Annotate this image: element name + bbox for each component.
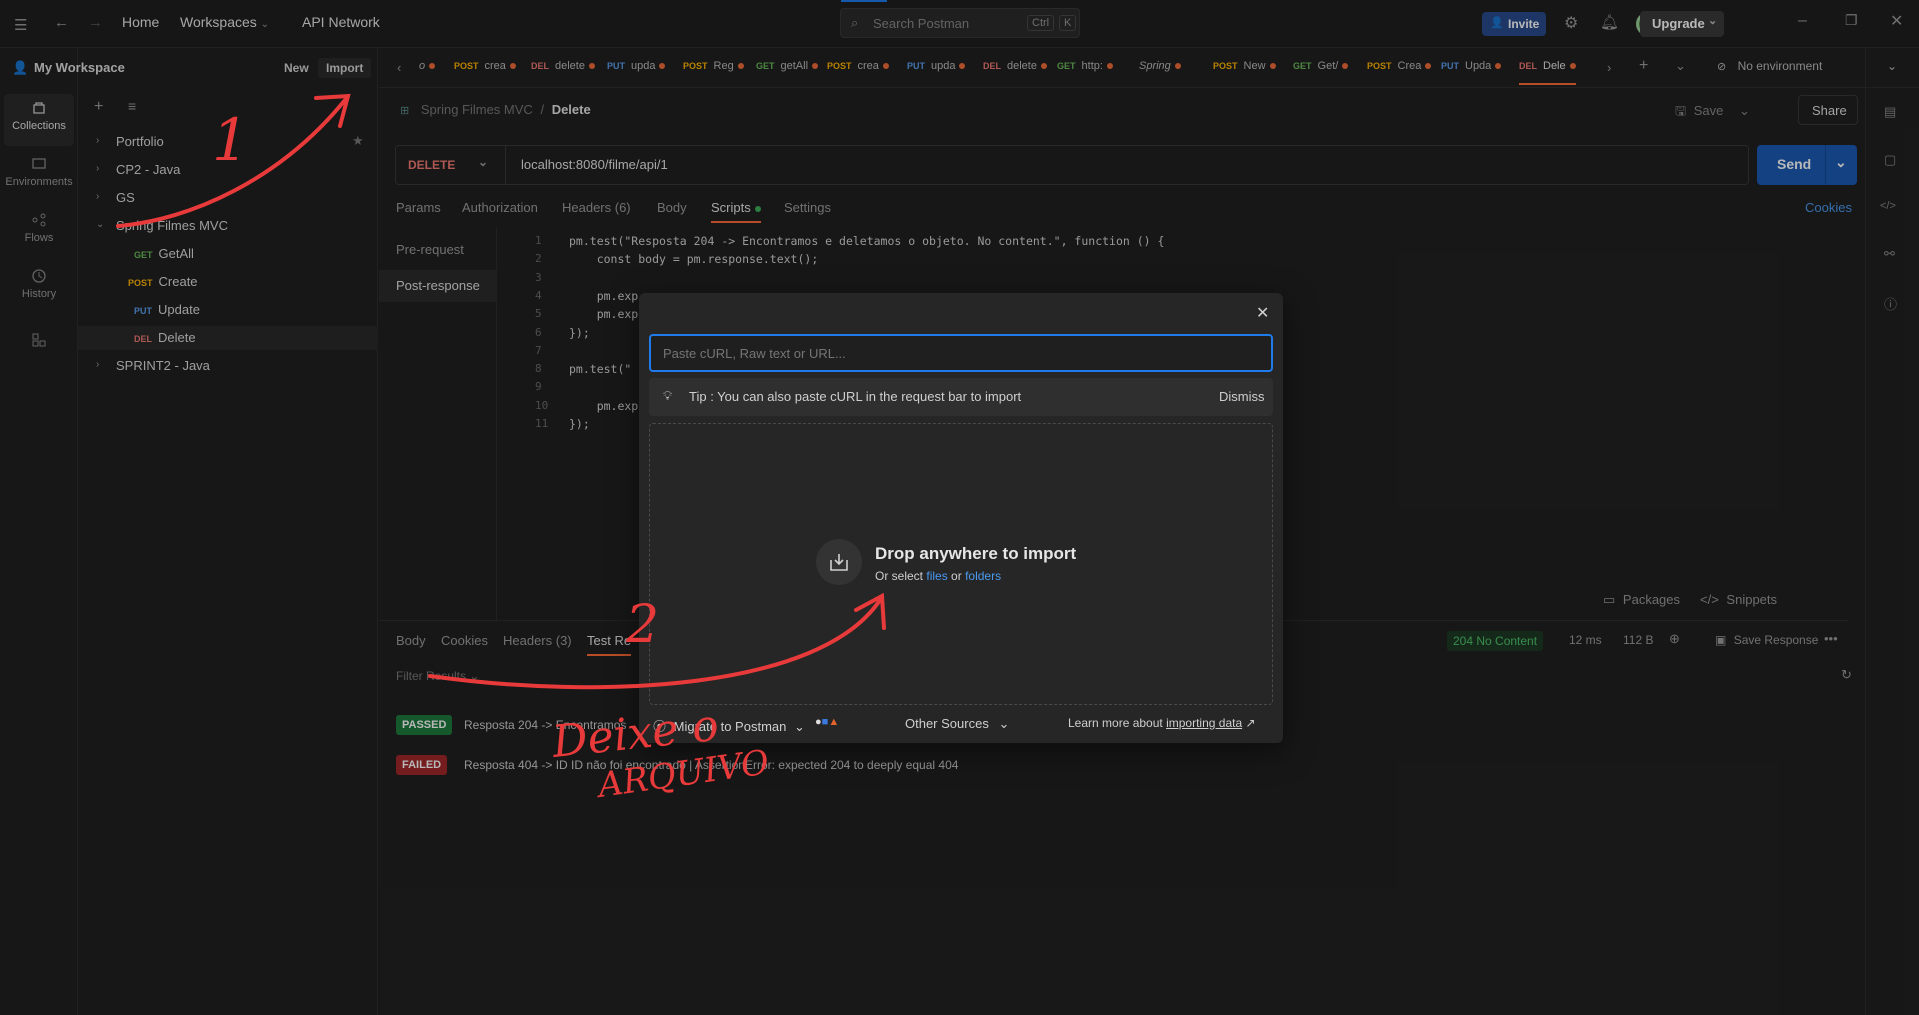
external-link-icon: ↗ [1245, 716, 1256, 730]
chevron-down-icon: ⌄ [793, 719, 805, 734]
tip-banner: 💡︎ Tip : You can also paste cURL in the … [649, 378, 1273, 416]
drop-or-select: Or select [875, 569, 924, 583]
tip-text: Tip : You can also paste cURL in the req… [689, 389, 1022, 404]
import-modal: ✕ 💡︎ Tip : You can also paste cURL in th… [639, 293, 1283, 743]
gitlab-icon: ▲ [828, 716, 840, 728]
migrate-dropdown[interactable]: ⦿ Migrate to Postman ⌄ [653, 716, 805, 735]
migrate-icon: ⦿ [653, 719, 667, 734]
drop-title: Drop anywhere to import [875, 544, 1077, 563]
other-sources-dropdown[interactable]: Other Sources ⌄ [905, 716, 1009, 732]
import-icon [816, 539, 862, 585]
lightbulb-icon: 💡︎ [663, 388, 673, 403]
migrate-label: Migrate to Postman [673, 719, 787, 734]
other-sources-label: Other Sources [905, 716, 989, 731]
close-icon[interactable]: ✕ [1256, 303, 1269, 323]
dismiss-button[interactable]: Dismiss [1219, 389, 1265, 404]
learn-more-text: Learn more about [1068, 716, 1163, 730]
or-text: or [951, 569, 962, 583]
github-icon: ● [815, 716, 822, 728]
chevron-down-icon: ⌄ [998, 716, 1010, 731]
files-link[interactable]: files [926, 569, 947, 583]
paste-input[interactable] [649, 334, 1273, 372]
import-arrow-icon [830, 554, 848, 571]
paste-input-field[interactable] [651, 336, 1271, 370]
drop-zone[interactable]: Drop anywhere to import Or select files … [649, 423, 1273, 705]
folders-link[interactable]: folders [965, 569, 1001, 583]
importing-data-link[interactable]: importing data [1166, 716, 1242, 730]
learn-more: Learn more about importing data ↗ [1068, 716, 1256, 730]
drop-subtitle: Or select files or folders [875, 569, 1001, 583]
sources-icons: ●■▲ [815, 716, 839, 728]
modal-footer: ⦿ Migrate to Postman ⌄ ●■▲ Other Sources… [639, 705, 1283, 743]
